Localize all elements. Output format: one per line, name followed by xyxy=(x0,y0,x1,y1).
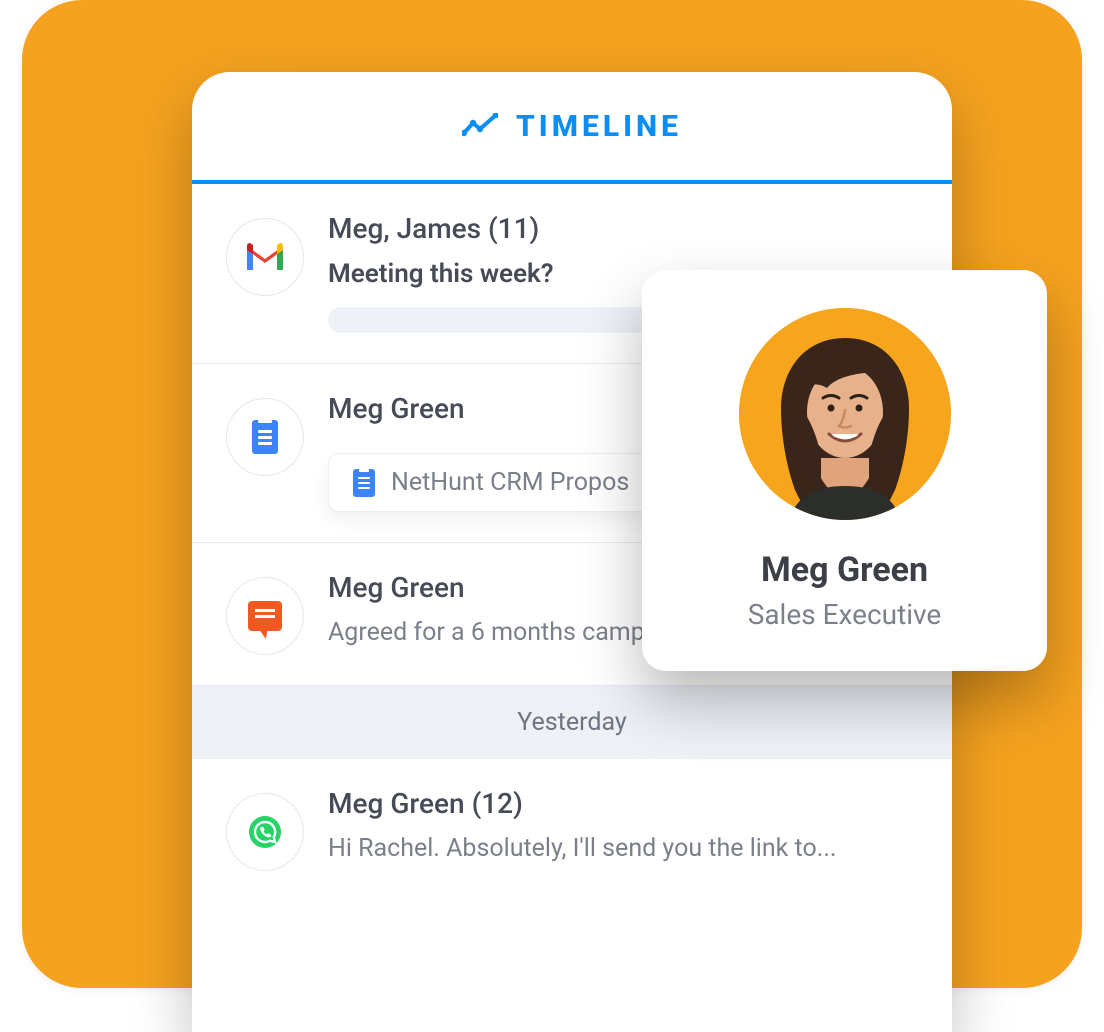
date-divider: Yesterday xyxy=(192,686,952,759)
contact-name: Meg Green xyxy=(672,550,1017,590)
timeline-item[interactable]: Meg Green (12) Hi Rachel. Absolutely, I'… xyxy=(192,759,952,901)
attachment-chip[interactable]: NetHunt CRM Propos xyxy=(328,453,654,512)
timeline-item-description: Hi Rachel. Absolutely, I'll send you the… xyxy=(328,834,918,863)
contact-role: Sales Executive xyxy=(672,598,1017,631)
google-doc-icon xyxy=(353,469,375,497)
stage-background: TIMELINE Meg, James (11) Meeting this we… xyxy=(22,0,1082,988)
timeline-icon xyxy=(462,113,498,139)
attachment-label: NetHunt CRM Propos xyxy=(391,468,629,497)
avatar xyxy=(739,308,951,520)
chat-icon xyxy=(226,577,304,655)
timeline-item-body: Meg Green (12) Hi Rachel. Absolutely, I'… xyxy=(328,787,918,871)
panel-header: TIMELINE xyxy=(192,72,952,184)
timeline-item-title: Meg, James (11) xyxy=(328,212,918,245)
google-doc-icon xyxy=(226,398,304,476)
gmail-icon xyxy=(226,218,304,296)
timeline-item-title: Meg Green (12) xyxy=(328,787,918,820)
whatsapp-icon xyxy=(226,793,304,871)
panel-title: TIMELINE xyxy=(516,109,682,144)
contact-card[interactable]: Meg Green Sales Executive xyxy=(642,270,1047,671)
